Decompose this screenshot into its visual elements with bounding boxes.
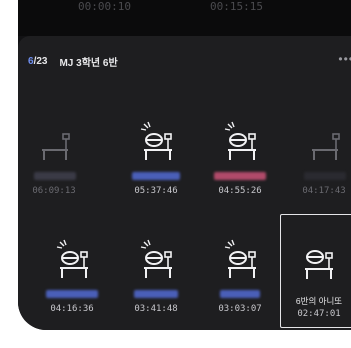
status-time-right: 00:15:15: [210, 0, 263, 13]
student-name-redacted: [220, 290, 260, 298]
student-name-redacted: [46, 290, 98, 298]
study-time: 03:03:07: [218, 304, 262, 314]
device-screen: 00:00:10 00:15:15 6 / 23 MJ 3학년 6반 ••• 0…: [18, 0, 351, 330]
empty-desk-icon: [312, 133, 340, 160]
seat-card[interactable]: 03:03:07: [204, 238, 276, 330]
study-time: 02:47:01: [297, 309, 341, 319]
study-time: 05:37:46: [134, 186, 178, 196]
student-name-redacted: [34, 172, 76, 180]
study-time: 04:16:36: [50, 304, 94, 314]
empty-desk-icon: [42, 133, 70, 160]
study-time: 06:09:13: [32, 186, 76, 196]
sleeping-student-icon: [224, 239, 256, 278]
seat-card[interactable]: 04:55:26: [204, 120, 276, 212]
class-title: MJ 3학년 6반: [59, 58, 118, 69]
studying-student-icon: [305, 250, 333, 279]
status-time-left: 00:00:10: [78, 0, 131, 13]
sleeping-student-icon: [140, 121, 172, 160]
study-time: 03:41:48: [134, 304, 178, 314]
student-name-redacted: [134, 290, 178, 298]
seat-card[interactable]: 05:37:46: [120, 120, 192, 212]
student-name-redacted: [214, 172, 266, 180]
seat-card[interactable]: 04:16:36: [36, 238, 108, 330]
study-time: 04:17:43: [302, 186, 346, 196]
seat-card[interactable]: 06:09:13: [18, 120, 90, 212]
seat-card[interactable]: 03:41:48: [120, 238, 192, 330]
student-name-redacted: [132, 172, 180, 180]
more-options-icon[interactable]: •••: [338, 52, 351, 66]
class-header: 6 / 23 MJ 3학년 6반: [28, 54, 118, 69]
student-name: 6반의 아니또: [295, 296, 343, 306]
page-counter-total: 23: [36, 56, 48, 67]
seat-card[interactable]: 04:17:43: [288, 120, 351, 212]
classroom-panel: 6 / 23 MJ 3학년 6반 ••• 06:09:13: [18, 36, 351, 330]
sleeping-student-icon: [56, 239, 88, 278]
status-strip: 00:00:10 00:15:15: [18, 0, 351, 36]
sleeping-student-icon: [224, 121, 256, 160]
student-name-redacted: [304, 172, 346, 180]
study-time: 04:55:26: [218, 186, 262, 196]
seat-card-selected[interactable]: 6반의 아니또 02:47:01: [280, 214, 351, 328]
sleeping-student-icon: [140, 239, 172, 278]
